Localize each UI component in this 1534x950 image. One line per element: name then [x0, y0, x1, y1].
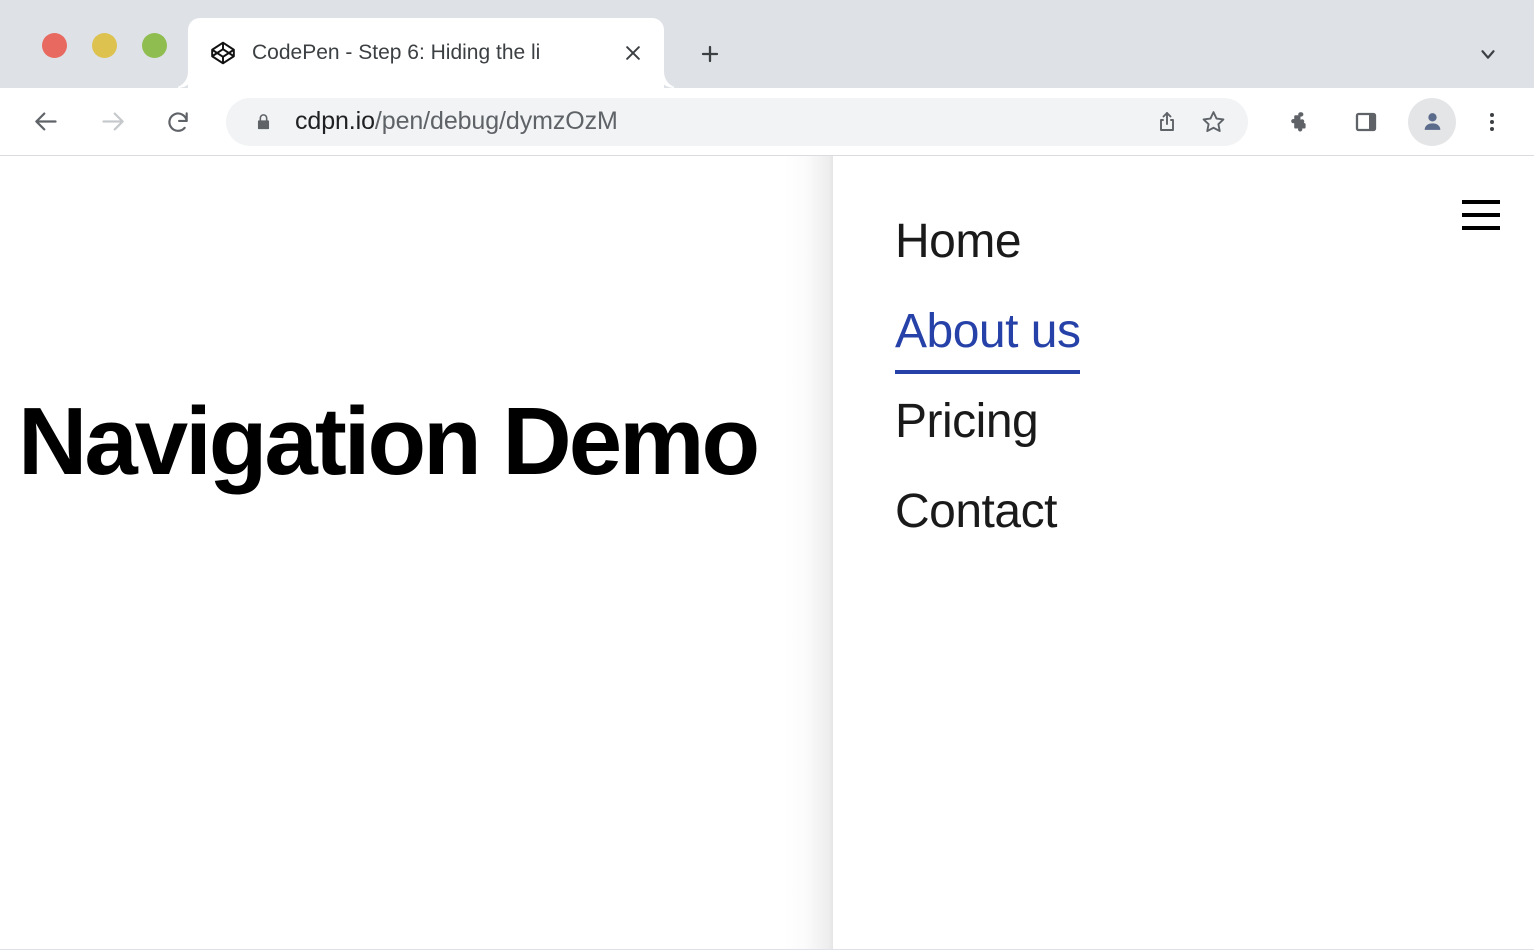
reload-button[interactable]: [154, 98, 202, 146]
list-item: About us: [895, 308, 1080, 374]
list-item: Home: [895, 218, 1080, 266]
share-icon[interactable]: [1146, 101, 1188, 143]
nav-link-contact[interactable]: Contact: [895, 488, 1057, 536]
forward-button: [88, 98, 136, 146]
back-button[interactable]: [22, 98, 70, 146]
nav-link-pricing[interactable]: Pricing: [895, 398, 1038, 446]
navigation-drawer: Home About us Pricing Contact: [833, 156, 1534, 949]
three-dot-menu-icon[interactable]: [1468, 98, 1516, 146]
url-path: /pen/debug/dymzOzM: [375, 107, 618, 135]
url-domain: cdpn.io: [295, 107, 375, 135]
minimize-window-button[interactable]: [92, 33, 117, 58]
lock-icon: [254, 111, 273, 133]
nav-link-home[interactable]: Home: [895, 218, 1021, 266]
maximize-window-button[interactable]: [142, 33, 167, 58]
extensions-puzzle-icon[interactable]: [1274, 98, 1322, 146]
address-bar[interactable]: cdpn.io/pen/debug/dymzOzM: [226, 98, 1248, 146]
browser-toolbar: cdpn.io/pen/debug/dymzOzM: [0, 88, 1534, 156]
new-tab-button[interactable]: [688, 32, 732, 76]
nav-list: Home About us Pricing Contact: [895, 218, 1080, 578]
list-item: Pricing: [895, 398, 1080, 446]
page-viewport: Navigation Demo Home About us Pricing: [0, 156, 1534, 949]
close-tab-button[interactable]: [616, 36, 650, 70]
tab-title: CodePen - Step 6: Hiding the li: [252, 41, 616, 65]
hamburger-bar-1: [1462, 200, 1500, 204]
list-item: Contact: [895, 488, 1080, 536]
hamburger-bar-3: [1462, 226, 1500, 230]
url-text: cdpn.io/pen/debug/dymzOzM: [295, 107, 1146, 136]
browser-tab[interactable]: CodePen - Step 6: Hiding the li: [188, 18, 664, 88]
nav-link-about-us[interactable]: About us: [895, 308, 1080, 374]
codepen-logo-icon: [210, 40, 236, 66]
window-controls: [42, 33, 167, 58]
bookmark-star-icon[interactable]: [1192, 101, 1234, 143]
profile-avatar[interactable]: [1408, 98, 1456, 146]
hamburger-menu-icon[interactable]: [1452, 190, 1510, 240]
drawer-shadow: [783, 156, 833, 949]
hamburger-bar-2: [1462, 213, 1500, 217]
chevron-down-icon[interactable]: [1466, 32, 1510, 76]
page-title: Navigation Demo: [18, 394, 757, 490]
close-window-button[interactable]: [42, 33, 67, 58]
tab-strip: CodePen - Step 6: Hiding the li: [0, 0, 1534, 88]
browser-window: CodePen - Step 6: Hiding the li: [0, 0, 1534, 950]
side-panel-icon[interactable]: [1342, 98, 1390, 146]
